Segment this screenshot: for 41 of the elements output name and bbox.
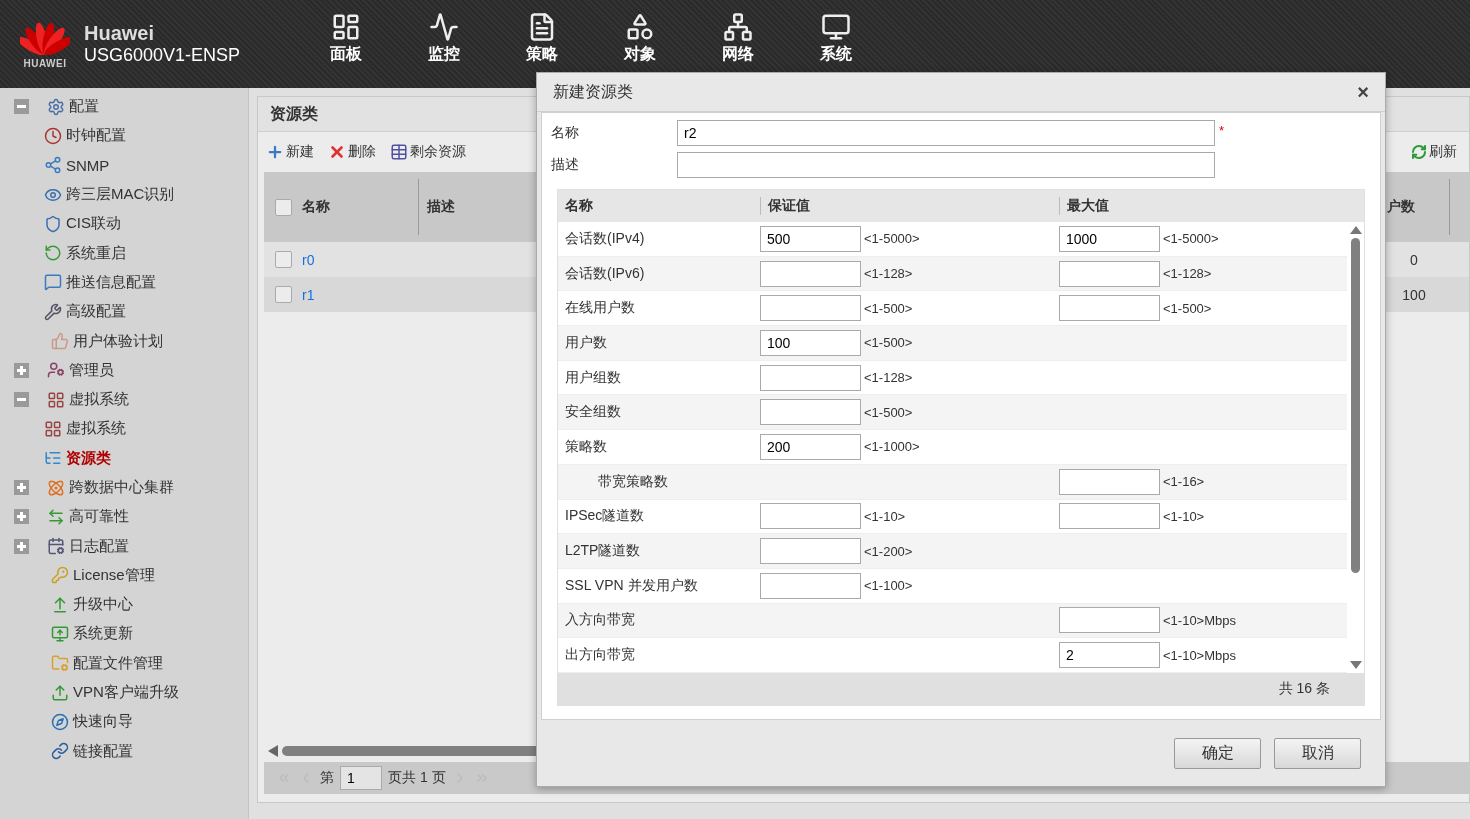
record-count: 共 16 条 — [1278, 679, 1330, 698]
table-cell-text: 100 — [1401, 286, 1427, 303]
range-hint: <1-128> — [864, 370, 913, 386]
brand-name: Huawei — [84, 22, 156, 45]
resource-name: 带宽策略数 — [597, 472, 669, 491]
column-header: 名称 — [301, 198, 331, 216]
logo-text: HUAWEI — [23, 57, 67, 69]
resource-name: 会话数(IPv6) — [564, 264, 646, 283]
column-header: 户数 — [1386, 197, 1416, 216]
range-hint: <1-500> — [864, 300, 913, 316]
range-hint: <1-500> — [1163, 300, 1212, 316]
column-header: 名称 — [564, 197, 594, 215]
range-hint: <1-128> — [864, 266, 913, 282]
resource-name: 安全组数 — [564, 403, 622, 422]
pager-label: 页共 1 页 — [388, 769, 446, 787]
resource-name: 策略数 — [564, 437, 608, 456]
range-hint: <1-10> — [1163, 508, 1205, 524]
range-hint: <1-1000> — [864, 439, 920, 455]
resource-name: IPSec隧道数 — [564, 507, 646, 526]
resource-name: 用户数 — [564, 333, 608, 352]
range-hint: <1-500> — [864, 335, 913, 351]
pager-label: 第 — [320, 769, 334, 787]
field-label: 描述 — [551, 156, 580, 174]
table-cell-text: 0 — [1409, 251, 1419, 268]
resource-name: L2TP隧道数 — [564, 542, 642, 561]
range-hint: <1-128> — [1163, 266, 1212, 282]
column-header: 保证值 — [760, 197, 1059, 215]
range-hint: <1-10>Mbps — [1163, 647, 1236, 663]
device-model: USG6000V1-ENSP — [84, 45, 241, 66]
resource-name: 出方向带宽 — [564, 646, 636, 665]
resource-name: 用户组数 — [564, 368, 622, 387]
resource-name: 入方向带宽 — [564, 611, 636, 630]
range-hint: <1-16> — [1163, 474, 1205, 490]
range-hint: <1-500> — [864, 404, 913, 420]
resource-name: 在线用户数 — [564, 299, 636, 318]
resource-name: SSL VPN 并发用户数 — [564, 576, 699, 595]
range-hint: <1-10> — [864, 508, 906, 524]
range-hint: <1-10>Mbps — [1163, 612, 1236, 628]
range-hint: <1-100> — [864, 578, 913, 594]
range-hint: <1-200> — [864, 543, 913, 559]
column-header: 最大值 — [1059, 197, 1347, 215]
